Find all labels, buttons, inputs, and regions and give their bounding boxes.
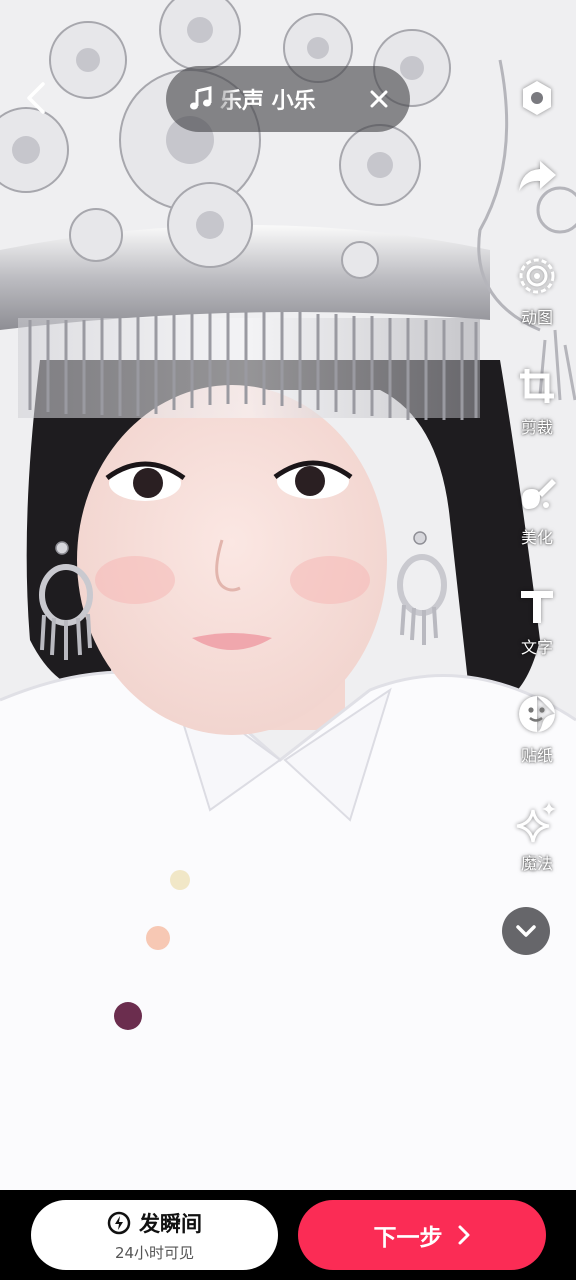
post-moment-sublabel: 24小时可见 — [114, 1243, 195, 1262]
music-track-name: 乐声 小乐 — [220, 89, 316, 114]
tool-label: 美化 — [520, 528, 553, 547]
photo-canvas — [0, 0, 576, 1190]
chevron-right-icon — [458, 1225, 469, 1245]
post-moment-button[interactable]: 发瞬间 24小时可见 — [31, 1200, 278, 1270]
settings-button[interactable] — [506, 74, 568, 122]
tool-beautify[interactable]: 美化 — [506, 472, 568, 548]
gear-icon — [523, 81, 551, 115]
collapse-toolbar-button[interactable] — [502, 907, 550, 955]
next-step-button[interactable]: 下一步 — [298, 1200, 546, 1270]
tool-label: 魔法 — [520, 854, 553, 873]
beautify-icon — [522, 479, 556, 509]
magic-sparkle-icon — [516, 802, 556, 843]
tool-animated-image[interactable]: 动图 — [506, 252, 568, 328]
music-close-button[interactable] — [362, 82, 396, 116]
back-button[interactable] — [14, 76, 58, 120]
tool-magic[interactable]: 魔法 — [506, 798, 568, 874]
tool-text[interactable]: 文字 — [506, 582, 568, 658]
chevron-down-icon — [516, 925, 536, 937]
post-moment-label: 发瞬间 — [139, 1211, 202, 1236]
music-selector[interactable]: 乐声 小乐 — [166, 66, 410, 132]
music-note-icon — [190, 86, 212, 110]
tool-label: 贴纸 — [520, 746, 553, 765]
photo-illustration — [0, 0, 576, 1190]
moment-bolt-icon — [107, 1211, 131, 1234]
sticker-icon — [519, 696, 555, 732]
share-button[interactable] — [506, 152, 568, 200]
close-icon — [370, 90, 388, 108]
tool-crop[interactable]: 剪裁 — [506, 362, 568, 438]
tool-label: 动图 — [520, 308, 553, 327]
tool-label: 文字 — [520, 638, 553, 657]
share-icon — [519, 161, 556, 191]
text-icon — [521, 591, 553, 623]
tool-sticker[interactable]: 贴纸 — [506, 690, 568, 766]
crop-icon — [520, 369, 554, 403]
animated-image-icon — [519, 258, 555, 294]
next-step-label: 下一步 — [373, 1225, 443, 1251]
bottom-action-bar: 发瞬间 24小时可见 下一步 — [0, 1190, 576, 1280]
back-arrow-icon — [27, 82, 45, 114]
tool-label: 剪裁 — [520, 418, 553, 437]
